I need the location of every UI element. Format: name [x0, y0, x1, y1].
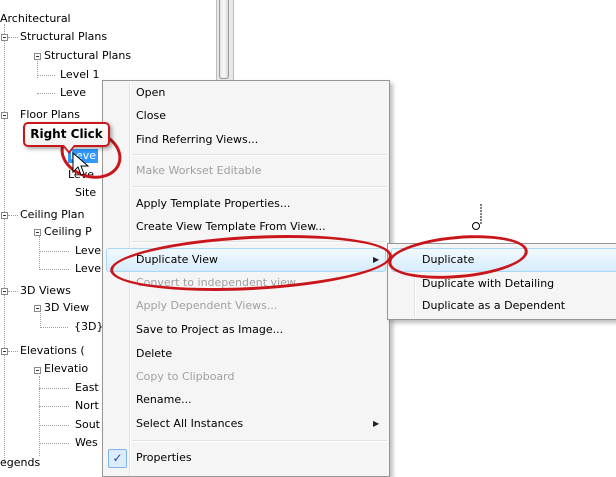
- tree-item-south[interactable]: Sout: [75, 418, 100, 432]
- tree-item-ceiling-level[interactable]: Leve: [75, 244, 101, 258]
- tree-item-ceiling-plans-group[interactable]: Ceiling Plan: [20, 208, 84, 222]
- tree-item-north[interactable]: Nort: [75, 399, 99, 413]
- scrollbar-thumb[interactable]: [219, 0, 229, 79]
- project-browser-tree: Architectural Structural Plans Structura…: [0, 0, 131, 470]
- tree-guide-line: [39, 236, 40, 270]
- check-icon: ✓: [108, 449, 127, 468]
- menu-item-properties[interactable]: Properties: [136, 449, 192, 467]
- tree-item-3d-views-group[interactable]: 3D Views: [20, 284, 71, 298]
- tree-guide-line: [4, 24, 5, 464]
- tree-item-legends[interactable]: egends: [0, 456, 40, 470]
- menu-item-open[interactable]: Open: [136, 84, 165, 102]
- menu-item-save-to-project-as-image[interactable]: Save to Project as Image...: [136, 321, 283, 339]
- collapse-icon[interactable]: [1, 348, 8, 355]
- submenu-arrow-icon: ▶: [373, 419, 380, 428]
- menu-separator: [132, 186, 386, 188]
- tree-item-structural-plans-group[interactable]: Structural Plans: [20, 30, 107, 44]
- menu-item-find-referring-views[interactable]: Find Referring Views...: [136, 131, 258, 149]
- tree-item-ceiling-plans[interactable]: Ceiling P: [44, 225, 92, 239]
- collapse-icon[interactable]: [1, 212, 8, 219]
- tree-item-3d-views[interactable]: 3D View: [44, 301, 89, 315]
- tree-guide-line: [40, 310, 41, 328]
- menu-item-copy-to-clipboard: Copy to Clipboard: [136, 370, 235, 383]
- tree-item-3d[interactable]: {3D}: [74, 320, 103, 334]
- collapse-icon[interactable]: [1, 288, 8, 295]
- collapse-icon[interactable]: [1, 34, 8, 41]
- tree-item-level-1[interactable]: Level 1: [60, 68, 100, 82]
- tree-item-level[interactable]: Leve: [60, 86, 86, 100]
- menu-item-close[interactable]: Close: [136, 107, 166, 125]
- menu-item-apply-dependent-views: Apply Dependent Views...: [136, 299, 278, 312]
- mouse-pointer-icon: [72, 152, 90, 176]
- submenu-item-duplicate-as-dependent[interactable]: Duplicate as a Dependent: [422, 297, 565, 315]
- tree-item-ceiling-level[interactable]: Leve: [75, 262, 101, 276]
- collapse-icon[interactable]: [34, 229, 41, 236]
- tree-item-architectural[interactable]: Architectural: [0, 12, 71, 26]
- tree-item-elevations[interactable]: Elevatio: [44, 362, 88, 376]
- menu-item-delete[interactable]: Delete: [136, 345, 172, 363]
- menu-separator: [132, 440, 386, 442]
- menu-item-make-workset-editable: Make Workset Editable: [136, 164, 262, 177]
- collapse-icon[interactable]: [1, 112, 8, 119]
- collapse-icon[interactable]: [34, 305, 41, 312]
- collapse-icon[interactable]: [34, 367, 41, 374]
- menu-item-apply-template-properties[interactable]: Apply Template Properties...: [136, 195, 290, 213]
- menu-item-select-all-instances[interactable]: Select All Instances: [136, 415, 243, 433]
- cursor-icon: [472, 204, 482, 230]
- collapse-icon[interactable]: [34, 53, 41, 60]
- tree-item-east[interactable]: East: [75, 381, 99, 395]
- menu-item-rename[interactable]: Rename...: [136, 391, 192, 409]
- right-click-callout: Right Click: [23, 122, 110, 147]
- tree-item-floor-plans[interactable]: Floor Plans: [20, 108, 102, 122]
- menu-separator: [132, 154, 386, 156]
- tree-item-structural-plans[interactable]: Structural Plans: [44, 49, 131, 63]
- tree-item-site[interactable]: Site: [75, 186, 96, 200]
- tree-item-elevations-group[interactable]: Elevations (: [20, 344, 85, 358]
- menu-item-create-view-template[interactable]: Create View Template From View...: [136, 218, 326, 236]
- tree-item-west[interactable]: Wes: [75, 436, 98, 450]
